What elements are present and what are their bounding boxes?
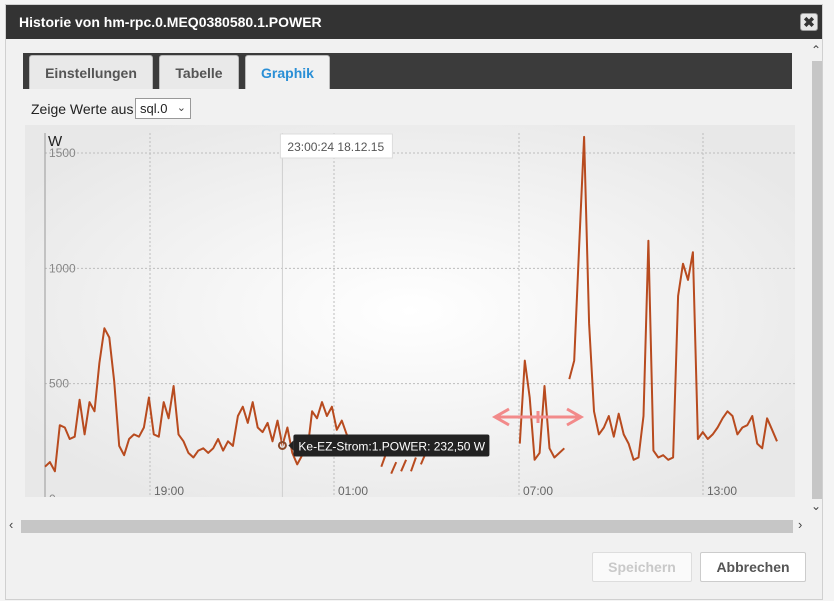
cancel-button[interactable]: Abbrechen xyxy=(700,552,806,582)
source-selector-label: Zeige Werte aus xyxy=(31,101,134,117)
y-tick-label: 1000 xyxy=(49,261,76,275)
x-tick-label: 01:00 xyxy=(338,484,368,497)
chevron-down-icon: ⌄ xyxy=(176,102,186,114)
scroll-up-icon[interactable]: ⌃ xyxy=(811,43,821,57)
tab-graphik[interactable]: Graphik xyxy=(245,55,330,89)
source-select[interactable]: sql.0 ⌄ xyxy=(135,98,191,119)
tab-bar: Einstellungen Tabelle Graphik xyxy=(23,53,792,89)
history-chart[interactable]: 05001000150019:0001:0007:0013:00W 23:00:… xyxy=(25,125,795,497)
history-dialog: Historie von hm-rpc.0.MEQ0380580.1.POWER… xyxy=(5,4,823,600)
tab-tabelle[interactable]: Tabelle xyxy=(159,55,239,89)
scroll-left-icon[interactable]: ‹ xyxy=(9,517,13,532)
y-tick-label: 500 xyxy=(49,377,69,391)
dialog-title: Historie von hm-rpc.0.MEQ0380580.1.POWER xyxy=(19,14,322,30)
chart-svg[interactable]: 05001000150019:0001:0007:0013:00W 23:00:… xyxy=(25,125,795,497)
y-axis-label: W xyxy=(48,133,63,150)
source-select-value: sql.0 xyxy=(140,101,168,116)
y-tick-label: 0 xyxy=(49,492,56,497)
save-button[interactable]: Speichern xyxy=(592,552,692,582)
horizontal-scrollbar[interactable]: ‹ › xyxy=(6,517,818,535)
cursor-timestamp: 23:00:24 18.12.15 xyxy=(287,140,384,154)
cursor-tooltip-text: Ke-EZ-Strom:1.POWER: 232,50 W xyxy=(298,439,485,453)
tab-einstellungen[interactable]: Einstellungen xyxy=(29,55,153,89)
x-tick-label: 13:00 xyxy=(707,484,737,497)
x-tick-label: 07:00 xyxy=(523,484,553,497)
close-icon[interactable]: ✖ xyxy=(800,13,818,31)
horizontal-scroll-thumb[interactable] xyxy=(21,520,793,533)
scroll-down-icon[interactable]: ⌄ xyxy=(811,499,821,513)
x-tick-label: 19:00 xyxy=(154,484,184,497)
dialog-titlebar[interactable]: Historie von hm-rpc.0.MEQ0380580.1.POWER… xyxy=(6,5,822,39)
scroll-right-icon[interactable]: › xyxy=(798,517,802,532)
vertical-scrollbar[interactable]: ⌃ ⌄ xyxy=(811,41,823,515)
vertical-scroll-thumb[interactable] xyxy=(812,61,822,499)
